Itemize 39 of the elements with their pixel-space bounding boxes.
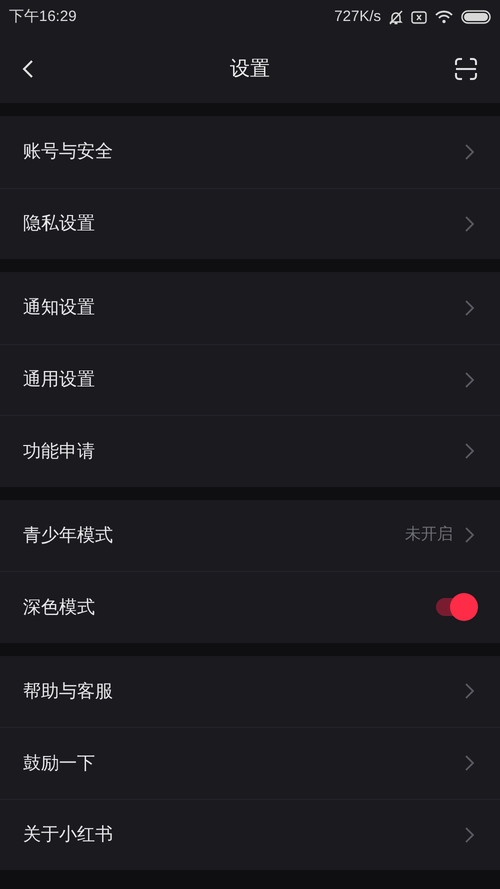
row-label: 关于小红书	[23, 823, 113, 846]
settings-row[interactable]: 关于小红书	[0, 798, 500, 870]
row-label: 隐私设置	[23, 212, 95, 236]
row-label: 鼓励一下	[23, 752, 95, 775]
row-label: 账号与安全	[23, 140, 113, 164]
wifi-icon	[435, 10, 453, 24]
settings-row[interactable]: 通知设置	[0, 272, 500, 344]
settings-row[interactable]: 通用设置	[0, 344, 500, 415]
chevron-icon	[465, 527, 474, 544]
row-label: 青少年模式	[23, 524, 113, 547]
chevron-icon	[465, 300, 474, 316]
scan-button[interactable]	[454, 56, 478, 80]
row-value: 未开启	[405, 524, 453, 546]
chevron-icon	[465, 755, 474, 772]
row-label: 功能申请	[23, 440, 95, 463]
row-label: 通知设置	[23, 296, 95, 320]
settings-row[interactable]: 青少年模式 未开启	[0, 500, 500, 571]
chevron-icon	[465, 216, 474, 232]
page-title: 设置	[230, 56, 270, 82]
settings-row[interactable]: 鼓励一下	[0, 727, 500, 798]
chevron-icon	[465, 683, 474, 700]
chevron-icon	[465, 826, 474, 843]
status-time: 下午16:29	[9, 6, 77, 27]
settings-row[interactable]: 帮助与客服	[0, 656, 500, 727]
row-label: 帮助与客服	[23, 680, 113, 703]
chevron-icon	[465, 144, 474, 160]
network-speed: 727K/s	[334, 6, 381, 27]
row-label: 通用设置	[23, 368, 95, 392]
toggle-switch[interactable]	[436, 593, 478, 622]
battery-icon	[461, 10, 491, 24]
chevron-icon	[465, 372, 474, 388]
settings-row[interactable]: 深色模式	[0, 571, 500, 642]
row-label: 深色模式	[23, 596, 95, 619]
sim-icon	[411, 10, 427, 24]
settings-row[interactable]: 功能申请	[0, 415, 500, 486]
settings-row[interactable]: 隐私设置	[0, 188, 500, 259]
muted-bell-icon	[389, 10, 403, 24]
chevron-icon	[465, 443, 474, 460]
settings-row[interactable]: 账号与安全	[0, 116, 500, 188]
